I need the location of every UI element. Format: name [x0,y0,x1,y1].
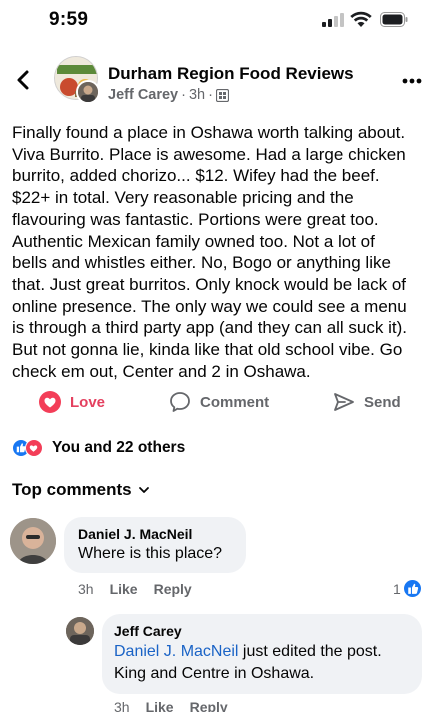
post-author[interactable]: Jeff Carey [108,87,178,103]
post-line: bells and whistles either. No, Bogo or a… [12,253,391,273]
reply-bubble[interactable]: Jeff Carey Daniel J. MacNeil just edited… [102,614,422,694]
comment-like-button[interactable]: Like [110,581,138,597]
reactions-summary[interactable]: You and 22 others [12,436,185,460]
reply-reply-button[interactable]: Reply [190,699,228,712]
meta-separator: · [181,87,186,103]
reply-text-line2: King and Centre in Oshawa. [114,665,315,682]
reaction-icons [12,438,46,458]
comment-reaction-count[interactable]: 1 [393,580,421,597]
send-label: Send [364,393,401,411]
comment-label: Comment [200,393,270,411]
send-icon [334,393,354,411]
post-line: $22+ in total. Very reasonable pricing a… [12,188,354,208]
reply-text: Daniel J. MacNeil just edited the post. … [114,641,410,685]
status-time: 9:59 [49,9,89,30]
reply-time: 3h [114,699,130,712]
commenter-photo [10,518,56,564]
top-comments-label: Top comments [12,480,132,499]
author-photo [78,82,98,102]
post-line: burrito, added chorizo... $12. Wifey had… [12,166,380,186]
reply-author[interactable]: Jeff Carey [114,623,410,639]
comment-meta: 3h Like Reply [78,581,192,597]
heart-reaction-icon [25,439,43,457]
reply-like-button[interactable]: Like [146,699,174,712]
reply-text-rest: just edited the post. [238,643,382,660]
love-button[interactable]: Love [38,390,105,414]
post-line: is through a third party app (and they c… [12,318,407,338]
post-meta: Jeff Carey · 3h · [108,87,229,103]
post-body: Finally found a place in Oshawa worth ta… [12,122,428,382]
post-line: that. Just great burritos. Only knock wo… [12,274,407,294]
author-avatar[interactable] [76,80,100,104]
post-line: check em out, Center and 2 in Oshawa. [12,361,311,381]
reply-mention[interactable]: Daniel J. MacNeil [114,643,238,660]
reactions-count: You and 22 others [52,439,186,456]
comment-reply-button[interactable]: Reply [154,581,192,597]
comment-button[interactable]: Comment [168,390,269,414]
reply-author-avatar[interactable] [66,617,94,645]
post-actions: Love Comment Send [0,386,438,418]
love-label: Love [70,393,106,411]
group-audience-icon [215,88,229,102]
comment-text: Where is this place? [78,545,223,562]
post-time[interactable]: 3h [189,87,205,103]
top-comments-filter[interactable]: Top comments [12,480,150,500]
post-line: flavouring was fantastic. Portions were … [12,209,379,229]
post-line: Authentic Mexican family owned too. Not … [12,231,375,251]
cellular-signal-icon [322,13,344,27]
love-reaction-icon [39,391,61,413]
comment-like-count: 1 [393,580,401,597]
comment-time: 3h [78,581,94,597]
reply-author-photo [66,617,94,645]
send-button[interactable]: Send [332,390,401,414]
reply-meta: 3h Like Reply [114,699,228,712]
back-arrow-icon[interactable] [14,68,32,92]
like-reaction-icon [403,580,421,597]
wifi-icon [350,11,372,27]
post-line: online presence. The only way we could s… [12,296,407,316]
comment-bubble[interactable]: Daniel J. MacNeil Where is this place? [64,517,246,573]
post-header: Durham Region Food Reviews Jeff Carey · … [0,56,438,112]
more-options-icon[interactable] [402,78,422,84]
post-line: Viva Burrito. Place is awesome. Had a la… [12,144,406,164]
status-bar: 9:59 [0,0,438,44]
post-line: But not gonna lie, kinda like that old s… [12,340,403,360]
comment-author[interactable]: Daniel J. MacNeil [78,526,232,542]
group-name[interactable]: Durham Region Food Reviews [108,64,354,84]
comment-icon [170,392,190,412]
meta-separator-2: · [208,87,213,103]
chevron-down-icon [138,487,149,493]
commenter-avatar[interactable] [10,518,56,564]
post-line: Finally found a place in Oshawa worth ta… [12,123,406,142]
battery-icon [380,12,408,27]
